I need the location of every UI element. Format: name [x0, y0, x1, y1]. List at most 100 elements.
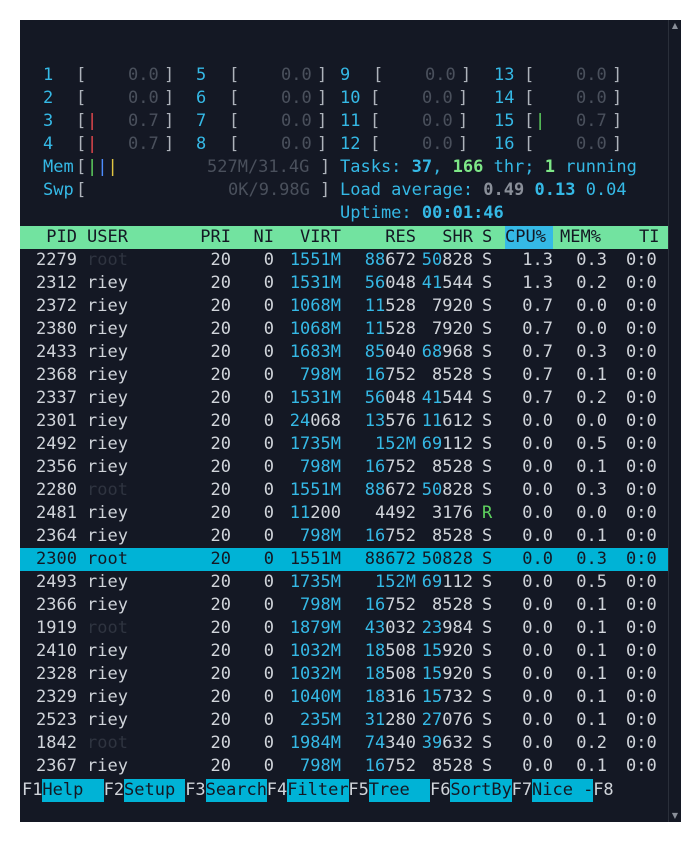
process-row[interactable]: 2380 riey 20 0 1068M 11528 7920 S 0.7 0.0 0:0 [20, 318, 668, 341]
cpu-bracket-open: [ [76, 134, 87, 154]
col-mem[interactable]: MEM% [560, 226, 608, 249]
process-row[interactable]: 2523 riey 20 0 235M 31280 27076 S 0.0 0.1 0:0 [20, 709, 668, 732]
scrollbar[interactable]: ▲ ▼ [668, 20, 681, 822]
process-row[interactable]: 2337 riey 20 0 1531M 56048 41544 S 0.7 0.2 0:0 [20, 387, 668, 410]
fkey-label-f1[interactable]: Help [42, 779, 104, 802]
process-row[interactable]: 2312 riey 20 0 1531M 56048 41544 S 1.3 0.2 0:0 [20, 272, 668, 295]
process-virt: 798M [300, 756, 341, 776]
process-virt: 1683M [289, 342, 341, 362]
col-user[interactable]: USER [87, 226, 177, 249]
process-shr: 8528 [416, 755, 473, 778]
process-res: 31280 [341, 709, 416, 732]
res-low: 508 [385, 664, 416, 684]
col-pid[interactable]: PID [20, 226, 77, 249]
col-time[interactable]: TI [639, 226, 668, 249]
process-priority: 20 [210, 595, 231, 615]
process-row[interactable]: 1919 root 20 0 1879M 43032 23984 S 0.0 0.1 0:0 [20, 617, 668, 640]
process-cpu-percent: 1.3 [522, 250, 553, 270]
cpu-value: 0.0 [281, 134, 312, 154]
col-state[interactable]: S [482, 226, 494, 249]
process-row[interactable]: 2410 riey 20 0 1032M 18508 15920 S 0.0 0.1 0:0 [20, 640, 668, 663]
process-user: riey [87, 457, 128, 477]
fkey-label-f2[interactable]: Setup [124, 779, 186, 802]
cpu-meter-7: 7 [0.0] [196, 110, 336, 133]
process-shr: 11612 [416, 410, 473, 433]
process-row[interactable]: 2300 root 20 0 1551M 88672 50828 S 0.0 0.3 0:0 [20, 548, 668, 571]
cpu-meter-14: 14 [0.0] [494, 87, 634, 110]
scroll-up-arrow-icon[interactable]: ▲ [669, 20, 681, 32]
col-cpu-sorted[interactable]: CPU% [505, 226, 553, 249]
process-pid: 1842 [36, 733, 77, 753]
res-low: 508 [385, 641, 416, 661]
res-low: 316 [385, 687, 416, 707]
process-res: 43032 [341, 617, 416, 640]
process-user: riey [87, 595, 128, 615]
process-row[interactable]: 2279 root 20 0 1551M 88672 50828 S 1.3 0.3 0:0 [20, 249, 668, 272]
process-row[interactable]: 2433 riey 20 0 1683M 85040 68968 S 0.7 0.3 0:0 [20, 341, 668, 364]
cpu-id: 1 [43, 65, 54, 85]
fkey-f8[interactable]: F8 [593, 779, 613, 802]
fkey-f5[interactable]: F5 [348, 779, 368, 802]
process-nice: 0 [263, 687, 274, 707]
process-list[interactable]: 2279 root 20 0 1551M 88672 50828 S 1.3 0.3 0:0 2312… [20, 249, 668, 778]
process-shr: 41544 [416, 387, 473, 410]
mem-bracket-close: ] [320, 157, 331, 177]
col-pri[interactable]: PRI [177, 226, 231, 249]
cpu-bracket-open: [ [76, 111, 87, 131]
fkey-f7[interactable]: F7 [512, 779, 532, 802]
process-nice: 0 [263, 457, 274, 477]
process-shr: 15732 [416, 686, 473, 709]
col-virt[interactable]: VIRT [274, 226, 341, 249]
cpu-bracket-close: ] [612, 65, 623, 85]
process-nice: 0 [263, 388, 274, 408]
col-shr[interactable]: SHR [416, 226, 473, 249]
col-ni[interactable]: NI [231, 226, 274, 249]
cpu-value: 0.0 [422, 111, 453, 131]
process-row[interactable]: 2372 riey 20 0 1068M 11528 7920 S 0.7 0.0 0:0 [20, 295, 668, 318]
process-state: S [482, 319, 493, 339]
fkey-f1[interactable]: F1 [22, 779, 42, 802]
fkey-label-f6[interactable]: SortBy [450, 779, 512, 802]
fkey-label-f7[interactable]: Nice - [532, 779, 594, 802]
res-high: 18 [364, 687, 386, 707]
process-mem-percent: 0.3 [576, 480, 607, 500]
shr-low: 544 [442, 273, 473, 293]
process-priority: 20 [210, 710, 231, 730]
fkey-f2[interactable]: F2 [104, 779, 124, 802]
fkey-label-f5[interactable]: Tree [368, 779, 431, 802]
process-row[interactable]: 2328 riey 20 0 1032M 18508 15920 S 0.0 0.1 0:0 [20, 663, 668, 686]
process-shr: 15920 [416, 640, 473, 663]
virt-low: 068 [310, 411, 341, 431]
fkey-f3[interactable]: F3 [185, 779, 205, 802]
process-cpu-percent: 0.0 [522, 549, 553, 569]
process-row[interactable]: 1842 root 20 0 1984M 74340 39632 S 0.0 0.2 0:0 [20, 732, 668, 755]
process-row[interactable]: 2364 riey 20 0 798M 16752 8528 S 0.0 0.1 0:0 [20, 525, 668, 548]
process-row[interactable]: 2366 riey 20 0 798M 16752 8528 S 0.0 0.1 0:0 [20, 594, 668, 617]
process-row[interactable]: 2356 riey 20 0 798M 16752 8528 S 0.0 0.1 0:0 [20, 456, 668, 479]
process-mem-percent: 0.0 [576, 503, 607, 523]
process-row[interactable]: 2492 riey 20 0 1735M 152M 69112 S 0.0 0.5 0:0 [20, 433, 668, 456]
process-cpu-percent: 0.0 [522, 434, 553, 454]
fkey-f6[interactable]: F6 [430, 779, 450, 802]
process-row[interactable]: 2368 riey 20 0 798M 16752 8528 S 0.7 0.1 0:0 [20, 364, 668, 387]
res-high: 13 [364, 411, 386, 431]
fkey-label-f3[interactable]: Search [205, 779, 268, 802]
process-row[interactable]: 2481 riey 20 0 11200 4492 3176 R 0.0 0.0 0:0 [20, 502, 668, 525]
process-priority: 20 [210, 664, 231, 684]
fkey-label-f4[interactable]: Filter [287, 779, 349, 802]
process-virt: 798M [300, 365, 341, 385]
process-pid: 2356 [36, 457, 77, 477]
mem-meter: Mem[||| 527M/31.4G] [43, 156, 333, 179]
process-row[interactable]: 2329 riey 20 0 1040M 18316 15732 S 0.0 0.1 0:0 [20, 686, 668, 709]
process-row[interactable]: 2493 riey 20 0 1735M 152M 69112 S 0.0 0.5 0:0 [20, 571, 668, 594]
fkey-f4[interactable]: F4 [267, 779, 287, 802]
process-row[interactable]: 2367 riey 20 0 798M 16752 8528 S 0.0 0.1 0:0 [20, 755, 668, 778]
process-nice: 0 [263, 250, 274, 270]
col-res[interactable]: RES [341, 226, 416, 249]
cpu-bracket-open: [ [76, 88, 87, 108]
process-row[interactable]: 2280 root 20 0 1551M 88672 50828 S 0.0 0.3 0:0 [20, 479, 668, 502]
process-row[interactable]: 2301 riey 20 0 24068 13576 11612 S 0.0 0.0 0:0 [20, 410, 668, 433]
cpu-value: 0.0 [128, 88, 159, 108]
cpu-value: 0.0 [576, 134, 607, 154]
scroll-down-arrow-icon[interactable]: ▼ [669, 810, 681, 822]
